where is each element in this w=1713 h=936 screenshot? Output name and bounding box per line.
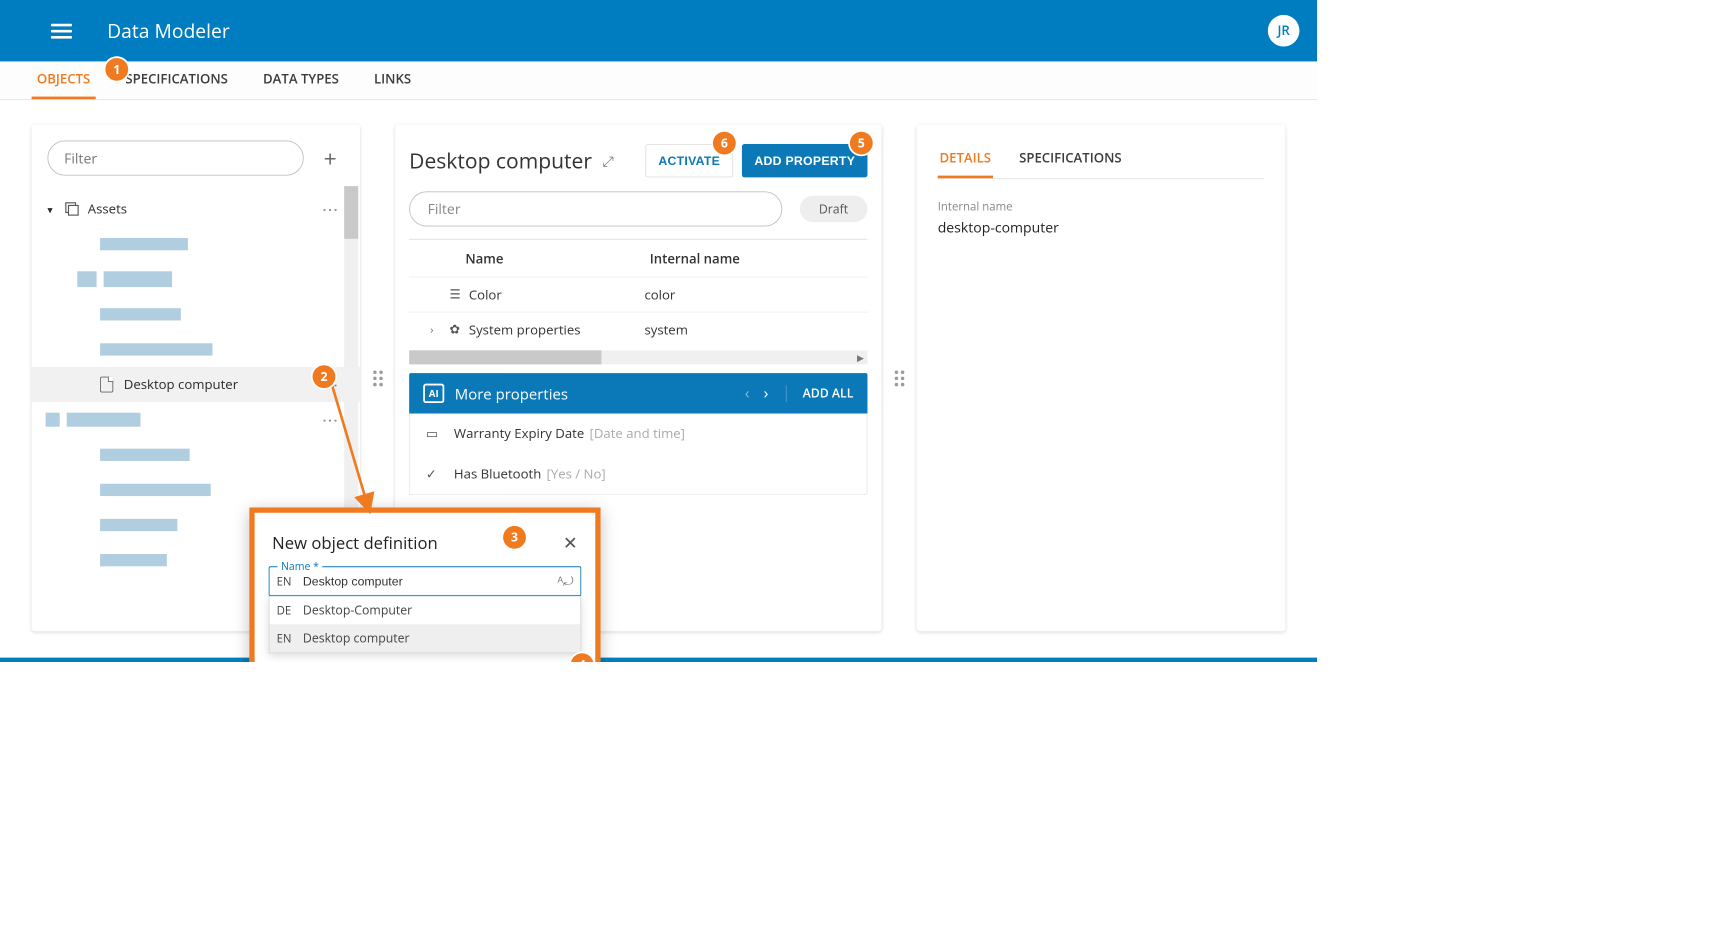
menu-icon[interactable]	[51, 20, 72, 41]
lang-option[interactable]: DE Desktop-Computer	[270, 596, 581, 624]
property-name: Color	[469, 286, 645, 304]
tree-item[interactable]	[32, 472, 360, 507]
tree-item-menu-icon[interactable]: ⋮	[320, 413, 341, 427]
suggested-property[interactable]: ▭ Warranty Expiry Date [Date and time]	[410, 414, 867, 454]
tree-item[interactable]	[32, 297, 360, 332]
calendar-icon: ▭	[426, 425, 444, 443]
suggested-label: Warranty Expiry Date	[454, 425, 584, 443]
tree-item-label: Desktop computer	[124, 376, 238, 394]
add-all-button[interactable]: ADD ALL	[786, 385, 854, 402]
property-table-header: Name Internal name	[409, 240, 867, 277]
tree-filter-input[interactable]: Filter	[47, 140, 303, 175]
tree-item[interactable]	[32, 437, 360, 472]
language-dropdown: DE Desktop-Computer EN Desktop computer	[269, 596, 582, 653]
tab-specifications[interactable]: SPECIFICATIONS	[1017, 144, 1123, 178]
tab-objects[interactable]: OBJECTS	[32, 61, 96, 99]
tab-details[interactable]: DETAILS	[938, 144, 993, 178]
close-icon[interactable]: ✕	[563, 530, 578, 554]
name-input[interactable]	[303, 574, 558, 588]
lang-option[interactable]: EN Desktop computer	[270, 624, 581, 652]
dialog-title: New object definition	[272, 531, 438, 554]
stack-icon	[65, 202, 79, 216]
rename-icon[interactable]: ⤢	[603, 151, 614, 170]
chevron-down-icon: ▾	[47, 202, 58, 217]
step-badge: 2	[313, 365, 336, 388]
avatar[interactable]: JR	[1268, 15, 1300, 47]
tree-item[interactable]	[32, 332, 360, 367]
suggested-hint: [Date and time]	[590, 425, 685, 443]
step-badge: 6	[713, 132, 736, 155]
column-name: Name	[465, 250, 649, 268]
tree-item-menu-icon[interactable]: ⋮	[320, 202, 341, 216]
property-row[interactable]: ☰ Color color	[409, 277, 867, 312]
details-panel: DETAILS SPECIFICATIONS Internal name des…	[917, 125, 1286, 632]
internal-name-value: desktop-computer	[938, 218, 1265, 237]
name-field-legend: Name *	[277, 558, 322, 573]
column-internal: Internal name	[650, 250, 740, 268]
property-internal: color	[644, 286, 675, 304]
tree-root-assets[interactable]: ▾ Assets ⋮	[32, 191, 360, 226]
chevron-right-icon[interactable]: ›	[430, 322, 449, 337]
object-title: Desktop computer	[409, 146, 592, 175]
next-icon[interactable]: ›	[764, 383, 769, 404]
prev-icon[interactable]: ‹	[745, 383, 750, 404]
suggested-label: Has Bluetooth	[454, 465, 541, 483]
property-filter-input[interactable]: Filter	[409, 191, 782, 226]
tree-item-desktop-computer[interactable]: Desktop computer ⋮	[32, 367, 360, 402]
more-properties-label: More properties	[455, 383, 568, 403]
tree-root-label: Assets	[88, 200, 127, 218]
internal-name-label: Internal name	[938, 198, 1265, 214]
drag-handle-icon[interactable]	[373, 370, 383, 386]
step-badge: 5	[850, 132, 873, 155]
tab-specifications[interactable]: SPECIFICATIONS	[120, 61, 233, 99]
translate-icon[interactable]: ᴬ⤾	[558, 573, 574, 590]
property-name: System properties	[469, 321, 645, 339]
gear-icon: ✿	[450, 321, 469, 338]
tree-item[interactable]	[32, 262, 360, 297]
horizontal-scrollbar[interactable]: ◀▶	[409, 350, 867, 364]
check-icon: ✓	[426, 465, 444, 483]
list-icon: ☰	[450, 286, 469, 303]
more-properties-header: AI More properties ‹ › ADD ALL	[409, 373, 867, 413]
app-title: Data Modeler	[107, 18, 230, 44]
drag-handle-icon[interactable]	[894, 370, 904, 386]
add-property-button[interactable]: ADD PROPERTY	[742, 144, 867, 177]
top-bar: Data Modeler JR	[0, 0, 1317, 61]
tree-item[interactable]: ⋮	[32, 402, 360, 437]
tree-item[interactable]	[32, 227, 360, 262]
status-badge: Draft	[800, 196, 868, 222]
new-object-dialog: New object definition ✕ Name * EN ᴬ⤾ DE …	[249, 507, 600, 662]
tab-data-types[interactable]: DATA TYPES	[258, 61, 344, 99]
tab-links[interactable]: LINKS	[369, 61, 417, 99]
add-object-button[interactable]: +	[316, 144, 344, 172]
property-internal: system	[644, 321, 687, 339]
main-tab-bar: OBJECTS SPECIFICATIONS DATA TYPES LINKS	[0, 61, 1317, 100]
ai-badge-icon: AI	[423, 384, 444, 403]
property-row[interactable]: › ✿ System properties system	[409, 312, 867, 347]
suggested-hint: [Yes / No]	[547, 465, 606, 483]
document-icon	[100, 377, 113, 393]
step-badge: 1	[105, 58, 128, 81]
step-badge: 3	[503, 526, 526, 549]
lang-tag: EN	[277, 573, 303, 589]
suggested-property[interactable]: ✓ Has Bluetooth [Yes / No]	[410, 454, 867, 494]
